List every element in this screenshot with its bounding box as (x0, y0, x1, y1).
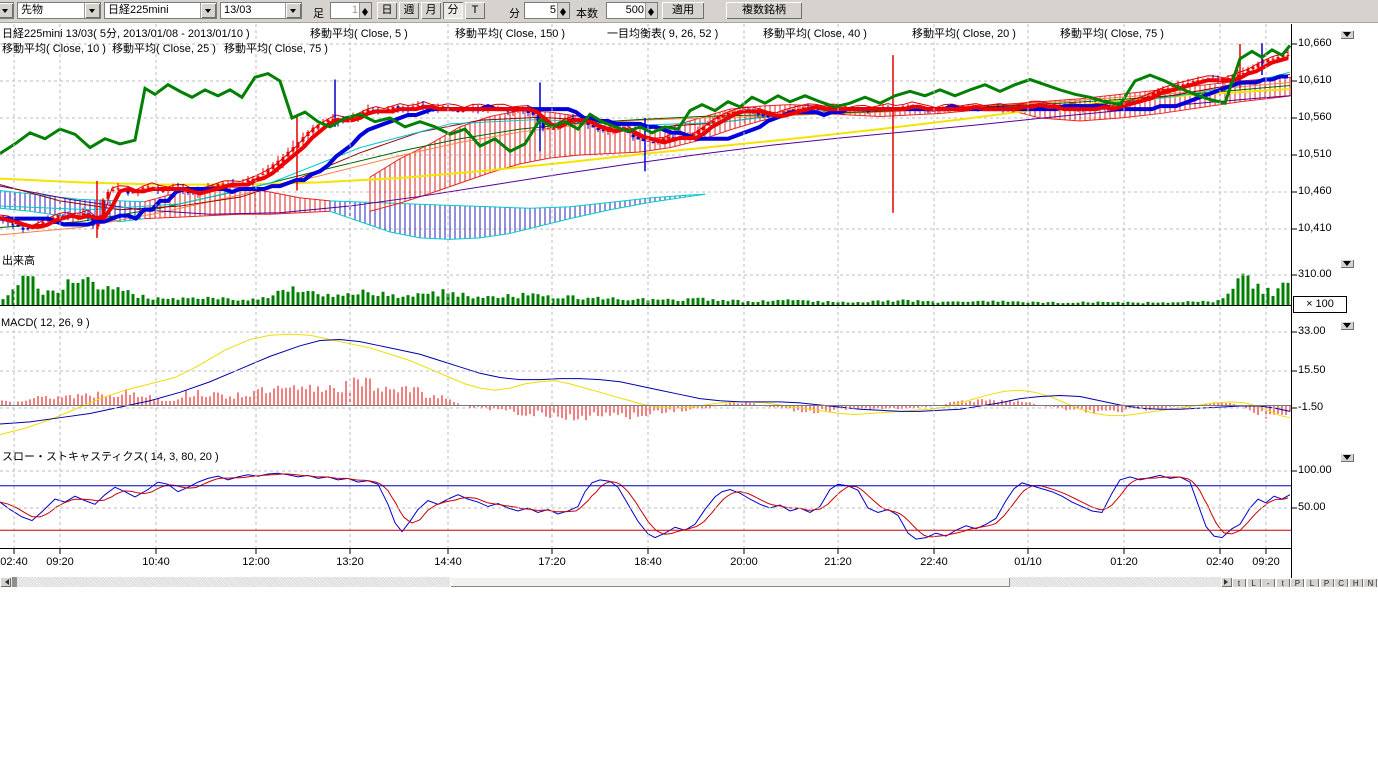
legend-ma40: 移動平均( Close, 40 ) (763, 25, 867, 41)
mini-toolbar-row: tL-tPLPCHN (1232, 578, 1378, 587)
volume-pane-title: 出来高 (2, 252, 35, 268)
triangle-down-icon (1343, 32, 1351, 41)
legend-ma25: 移動平均( Close, 25 ) (112, 40, 216, 56)
triangle-right-icon (1224, 579, 1231, 585)
mini-tool-button[interactable]: C (1334, 578, 1348, 587)
time-axis-tick-label: 09:20 (46, 556, 74, 568)
time-axis-tick-label: 18:40 (634, 556, 662, 568)
legend-ma75: 移動平均( Close, 75 ) (1060, 25, 1164, 41)
time-axis-tick-label: 02:40 (0, 556, 28, 568)
mini-tool-button[interactable]: L (1247, 578, 1261, 587)
triangle-down-icon (1343, 261, 1351, 270)
volume-multiplier-badge: × 100 (1293, 296, 1347, 313)
time-axis-tick-label: 22:40 (920, 556, 948, 568)
time-axis-tick-label: 01/10 (1014, 556, 1042, 568)
mini-tool-button[interactable]: N (1363, 578, 1377, 587)
scrollbar-marker (12, 577, 17, 587)
time-axis-tick-label: 10:40 (142, 556, 170, 568)
legend-ma75b: 移動平均( Close, 75 ) (224, 40, 328, 56)
triangle-down-icon (1343, 455, 1351, 464)
time-axis-tick-label: 02:40 (1206, 556, 1234, 568)
stochastics-axis-tick-label: 50.00 (1298, 501, 1326, 513)
time-axis-tick-label: 12:00 (242, 556, 270, 568)
mini-tool-button[interactable]: H (1349, 578, 1363, 587)
triangle-left-icon (2, 579, 9, 585)
price-axis-tick-label: 10,510 (1298, 148, 1332, 160)
legend-ma5: 移動平均( Close, 5 ) (310, 25, 408, 41)
mini-tool-button[interactable]: P (1290, 578, 1304, 587)
chart-application-window: 先物 日経225mini 13/03 足 1 日 週 月 分 T 分 5 本数 … (0, 0, 1378, 768)
scroll-right-button[interactable] (1221, 577, 1232, 587)
macd-pane-title: MACD( 12, 26, 9 ) (1, 317, 90, 329)
time-axis-tick-label: 17:20 (538, 556, 566, 568)
macd-axis-tick-label: 33.00 (1298, 325, 1326, 337)
legend-ma20: 移動平均( Close, 20 ) (912, 25, 1016, 41)
time-axis-tick-label: 14:40 (434, 556, 462, 568)
volume-axis-tick-label: 310.00 (1298, 268, 1332, 280)
legend-ma10: 移動平均( Close, 10 ) (2, 40, 106, 56)
legend-ma150: 移動平均( Close, 150 ) (455, 25, 565, 41)
mini-tool-button[interactable]: - (1261, 578, 1275, 587)
price-axis-tick-label: 10,460 (1298, 185, 1332, 197)
scroll-left-button[interactable] (0, 577, 11, 587)
time-axis-tick-label: 01:20 (1110, 556, 1138, 568)
time-axis-tick-label: 13:20 (336, 556, 364, 568)
scrollbar-thumb[interactable] (450, 577, 1010, 587)
time-axis-tick-label: 21:20 (824, 556, 852, 568)
horizontal-scrollbar[interactable] (0, 577, 1232, 587)
mini-tool-button[interactable]: L (1305, 578, 1319, 587)
stochastics-axis-tick-label: 100.00 (1298, 464, 1332, 476)
price-axis-tick-label: 10,610 (1298, 74, 1332, 86)
macd-axis-tick-label: 15.50 (1298, 364, 1326, 376)
time-axis-tick-label: 20:00 (730, 556, 758, 568)
price-axis-tick-label: 10,410 (1298, 222, 1332, 234)
mini-tool-button[interactable]: t (1276, 578, 1290, 587)
price-axis-tick-label: 10,660 (1298, 37, 1332, 49)
chart-canvas (0, 0, 1378, 592)
macd-axis-scale-button[interactable] (1340, 321, 1354, 330)
volume-axis-scale-button[interactable] (1340, 259, 1354, 268)
legend-main-series: 日経225mini 13/03( 5分, 2013/01/08 - 2013/0… (2, 25, 250, 41)
legend-ichimoku: 一目均衡表( 9, 26, 52 ) (607, 25, 718, 41)
triangle-down-icon (1343, 323, 1351, 332)
mini-tool-button[interactable]: P (1320, 578, 1334, 587)
stochastics-axis-scale-button[interactable] (1340, 453, 1354, 462)
mini-tool-button[interactable]: t (1232, 578, 1246, 587)
time-axis-tick-label: 09:20 (1252, 556, 1280, 568)
stochastics-pane-title: スロー・ストキャスティクス( 14, 3, 80, 20 ) (2, 448, 219, 464)
price-axis-scale-button[interactable] (1340, 30, 1354, 39)
price-axis-tick-label: 10,560 (1298, 111, 1332, 123)
macd-axis-tick-label: -1.50 (1298, 401, 1323, 413)
